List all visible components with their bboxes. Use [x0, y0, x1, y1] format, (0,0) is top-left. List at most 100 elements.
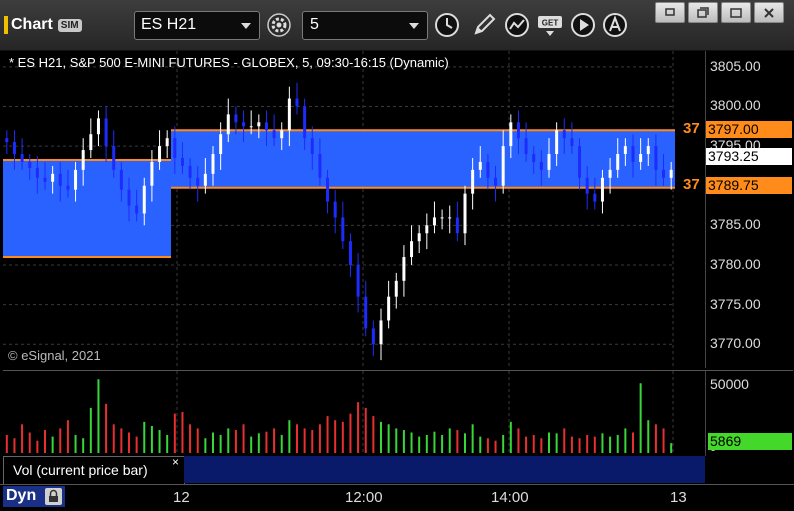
candle-body: [570, 138, 574, 147]
pencil-icon[interactable]: [470, 11, 498, 39]
chevron-down-icon: [409, 23, 419, 29]
candle-body: [417, 233, 421, 242]
candle-body: [81, 150, 85, 170]
candle-body: [494, 177, 498, 186]
get-icon[interactable]: GET: [536, 11, 564, 39]
candle-body: [600, 177, 604, 202]
candle-body: [562, 130, 566, 139]
candle-body: [158, 146, 162, 162]
candle-body: [394, 280, 398, 297]
time-tick-label: 12:00: [345, 489, 383, 506]
candle-body: [89, 134, 93, 151]
time-tick-label: 12: [173, 489, 190, 506]
candle-body: [509, 122, 513, 147]
candle-body: [318, 154, 322, 178]
candle-body: [356, 264, 360, 297]
volume-plot[interactable]: [3, 371, 705, 456]
price-tick-label: 3780.00: [710, 255, 761, 272]
candle-body: [280, 130, 284, 139]
price-chart-plot[interactable]: [3, 51, 705, 368]
candle-body: [532, 154, 536, 162]
price-chart[interactable]: * ES H21, S&P 500 E-MINI FUTURES - GLOBE…: [3, 51, 705, 368]
candle-body: [35, 167, 39, 178]
dynamic-mode-button[interactable]: Dyn: [3, 486, 65, 507]
candle-body: [5, 138, 9, 143]
candle-body: [501, 146, 505, 186]
play-icon[interactable]: [569, 11, 597, 39]
time-axis[interactable]: 12 12:00 14:00 13: [0, 484, 794, 511]
candle-body: [58, 173, 62, 186]
candle-body: [28, 161, 32, 168]
alert-icon[interactable]: [601, 11, 629, 39]
clock-icon[interactable]: [433, 11, 461, 39]
candle-body: [616, 154, 620, 170]
chart-window: Chart SIM ES H21 5 GET * ES H21, S&P 500…: [0, 0, 794, 511]
volume-legend-strip: [184, 456, 705, 483]
time-tick-label: 13: [670, 489, 687, 506]
price-tick-label: 3800.00: [710, 97, 761, 114]
toolbar: Chart SIM ES H21 5 GET: [0, 0, 794, 51]
candle-body: [287, 98, 291, 131]
candle-body: [272, 130, 276, 139]
copyright-label: © eSignal, 2021: [8, 348, 101, 363]
candle-body: [211, 154, 215, 174]
restore-icon[interactable]: [688, 2, 718, 23]
candle-body: [387, 296, 391, 321]
studies-icon[interactable]: [503, 11, 531, 39]
candle-body: [135, 205, 139, 214]
candle-body: [524, 138, 528, 155]
volume-panel[interactable]: [3, 370, 705, 456]
time-tick-label: 14:00: [491, 489, 529, 506]
volume-tick-top: 50000: [710, 376, 749, 392]
candle-body: [119, 169, 123, 190]
edge-label-upper: 37: [683, 120, 700, 137]
candle-body: [371, 328, 375, 345]
maximize-icon[interactable]: [721, 2, 751, 23]
candle-body: [242, 122, 246, 127]
price-band: [3, 159, 171, 258]
candle-body: [623, 146, 627, 155]
candle-body: [12, 142, 16, 155]
interval-dropdown[interactable]: 5: [302, 11, 428, 40]
candle-body: [608, 169, 612, 178]
sim-badge: SIM: [57, 18, 82, 32]
candle-body: [51, 173, 55, 182]
lock-icon: [45, 488, 62, 505]
volume-legend[interactable]: Vol (current price bar): [3, 456, 185, 485]
close-icon[interactable]: [754, 2, 784, 23]
candle-body: [410, 241, 414, 258]
close-volume-icon[interactable]: ×: [172, 455, 179, 469]
candle-body: [104, 118, 108, 147]
link-gear-icon[interactable]: [265, 11, 293, 39]
price-tick-label: 3775.00: [710, 295, 761, 312]
candle-body: [43, 177, 47, 182]
candle-body: [127, 189, 131, 206]
candle-body: [585, 177, 589, 194]
candle-body: [364, 296, 368, 329]
candle-body: [234, 114, 238, 123]
candle-body: [74, 169, 78, 190]
candle-body: [448, 217, 452, 219]
candle-body: [478, 161, 482, 170]
candle-body: [425, 225, 429, 234]
candle-body: [150, 161, 154, 186]
dynamic-mode-label: Dyn: [6, 487, 37, 504]
candle-body: [180, 157, 184, 166]
volume-legend-label: Vol (current price bar): [13, 462, 148, 478]
candle-body: [662, 169, 666, 178]
candle-body: [402, 257, 406, 281]
candle-body: [539, 161, 543, 170]
candle-body: [631, 146, 635, 162]
symbol-dropdown[interactable]: ES H21: [134, 11, 260, 40]
candle-body: [669, 169, 673, 178]
pin-icon[interactable]: [655, 2, 685, 23]
candle-body: [295, 98, 299, 107]
candle-body: [547, 154, 551, 170]
band-upper-tag: 3797.00: [706, 121, 792, 138]
price-axis[interactable]: 3805.003800.003795.003790.003785.003780.…: [705, 51, 793, 368]
last-price-tag: 3793.25: [706, 148, 792, 165]
candle-body: [219, 134, 223, 155]
candle-body: [173, 138, 177, 158]
candle-body: [96, 118, 100, 135]
app-title: Chart SIM: [4, 13, 82, 37]
